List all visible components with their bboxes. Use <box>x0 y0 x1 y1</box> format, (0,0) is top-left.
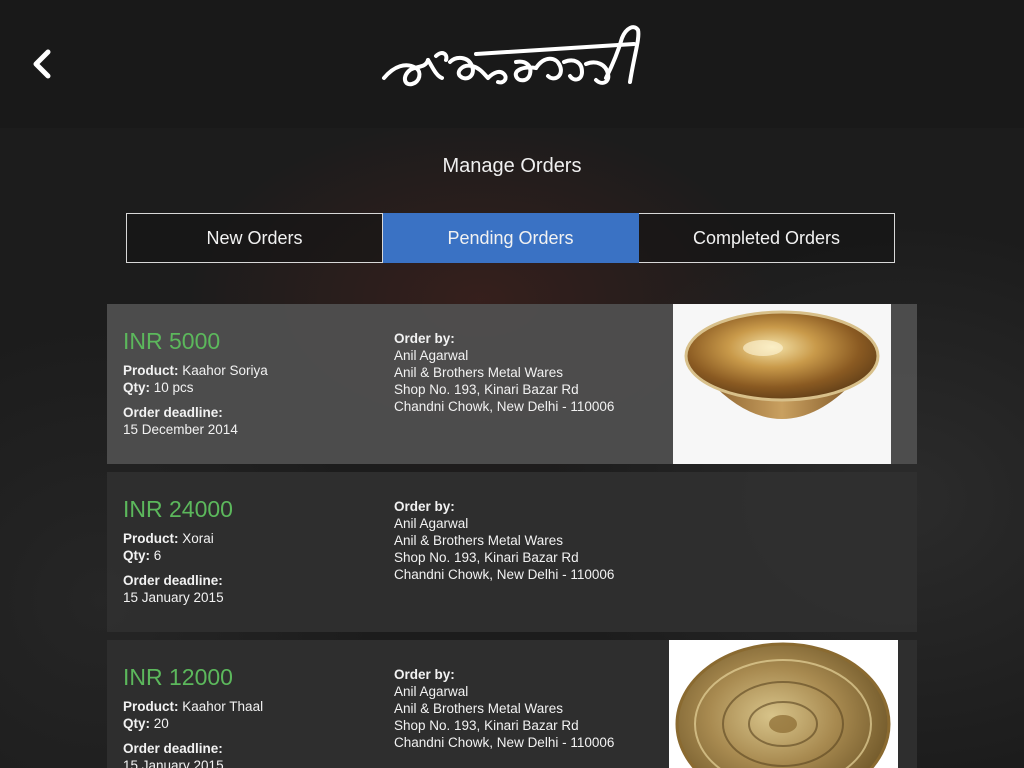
order-by: Order by: Anil Agarwal Anil & Brothers M… <box>394 666 614 751</box>
qty-value: 6 <box>153 548 162 563</box>
deadline-label: Order deadline: <box>123 741 223 756</box>
header-bar <box>0 0 1024 128</box>
buyer-address-line2: Chandni Chowk, New Delhi - 110006 <box>394 735 615 750</box>
buyer-name: Anil Agarwal <box>394 516 469 531</box>
order-tabs: New Orders Pending Orders Completed Orde… <box>126 213 895 263</box>
deadline-label: Order deadline: <box>123 405 223 420</box>
qty-label: Qty: <box>123 548 150 563</box>
order-by-label: Order by: <box>394 667 455 682</box>
order-details: Product: Xorai Qty: 6 Order deadline: 15… <box>123 530 224 606</box>
buyer-company: Anil & Brothers Metal Wares <box>394 365 564 380</box>
product-label: Product: <box>123 531 179 546</box>
product-value: Kaahor Thaal <box>182 699 264 714</box>
order-price: INR 24000 <box>123 496 233 522</box>
tab-completed-orders[interactable]: Completed Orders <box>639 213 895 263</box>
order-price: INR 12000 <box>123 664 233 690</box>
deadline-value: 15 January 2015 <box>123 590 224 605</box>
order-by: Order by: Anil Agarwal Anil & Brothers M… <box>394 330 614 415</box>
buyer-company: Anil & Brothers Metal Wares <box>394 533 564 548</box>
buyer-company: Anil & Brothers Metal Wares <box>394 701 564 716</box>
tab-new-orders[interactable]: New Orders <box>126 213 383 263</box>
buyer-name: Anil Agarwal <box>394 348 469 363</box>
qty-label: Qty: <box>123 716 150 731</box>
deadline-value: 15 December 2014 <box>123 422 238 437</box>
chevron-left-icon <box>33 49 51 79</box>
buyer-address-line1: Shop No. 193, Kinari Bazar Rd <box>394 550 579 565</box>
buyer-name: Anil Agarwal <box>394 684 469 699</box>
order-details: Product: Kaahor Thaal Qty: 20 Order dead… <box>123 698 263 768</box>
order-card[interactable]: INR 24000 Product: Xorai Qty: 6 Order de… <box>107 472 917 632</box>
buyer-address-line2: Chandni Chowk, New Delhi - 110006 <box>394 399 615 414</box>
order-details: Product: Kaahor Soriya Qty: 10 pcs Order… <box>123 362 268 438</box>
product-label: Product: <box>123 363 179 378</box>
qty-value: 10 pcs <box>153 380 194 395</box>
order-by-label: Order by: <box>394 331 455 346</box>
tab-pending-orders[interactable]: Pending Orders <box>383 213 639 263</box>
buyer-address-line1: Shop No. 193, Kinari Bazar Rd <box>394 718 579 733</box>
order-by: Order by: Anil Agarwal Anil & Brothers M… <box>394 498 614 583</box>
order-card[interactable]: INR 5000 Product: Kaahor Soriya Qty: 10 … <box>107 304 917 464</box>
back-button[interactable] <box>26 44 62 84</box>
deadline-label: Order deadline: <box>123 573 223 588</box>
order-by-label: Order by: <box>394 499 455 514</box>
product-value: Xorai <box>182 531 214 546</box>
product-image-brass-bowl <box>673 304 891 464</box>
order-price: INR 5000 <box>123 328 221 354</box>
buyer-address-line1: Shop No. 193, Kinari Bazar Rd <box>394 382 579 397</box>
qty-label: Qty: <box>123 380 150 395</box>
qty-value: 20 <box>153 716 169 731</box>
product-image-brass-plate <box>669 640 898 768</box>
buyer-address-line2: Chandni Chowk, New Delhi - 110006 <box>394 567 615 582</box>
product-value: Kaahor Soriya <box>182 363 268 378</box>
product-label: Product: <box>123 699 179 714</box>
page-title: Manage Orders <box>442 155 582 177</box>
order-card[interactable]: INR 12000 Product: Kaahor Thaal Qty: 20 … <box>107 640 917 768</box>
deadline-value: 15 January 2015 <box>123 758 224 768</box>
app-logo <box>376 16 646 102</box>
